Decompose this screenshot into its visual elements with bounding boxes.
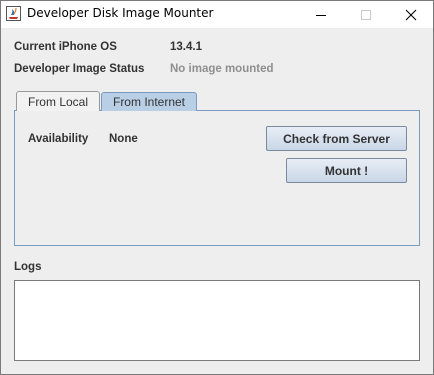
- logs-textarea[interactable]: [14, 280, 420, 361]
- maximize-button[interactable]: [343, 1, 388, 28]
- main-content: Current iPhone OS 13.4.1 Developer Image…: [1, 28, 433, 374]
- availability-value: None: [109, 133, 138, 145]
- availability-label: Availability: [28, 133, 89, 145]
- minimize-button[interactable]: [298, 1, 343, 28]
- check-from-server-button[interactable]: Check from Server: [266, 126, 407, 151]
- app-window: Developer Disk Image Mounter Current iPh…: [0, 0, 434, 375]
- ios-value: 13.4.1: [170, 41, 202, 53]
- mount-label: Mount !: [324, 163, 369, 178]
- java-app-icon: [6, 6, 21, 21]
- tab-from-internet[interactable]: From Internet: [101, 92, 197, 111]
- check-from-server-label: Check from Server: [283, 131, 390, 146]
- tab-from-internet-label: From Internet: [112, 95, 186, 109]
- ios-label: Current iPhone OS: [14, 41, 117, 53]
- status-label: Developer Image Status: [14, 63, 145, 75]
- tab-from-local-label: From Local: [27, 94, 89, 109]
- mount-button[interactable]: Mount !: [286, 158, 407, 183]
- close-icon: [405, 9, 416, 20]
- window-title: Developer Disk Image Mounter: [27, 6, 214, 20]
- title-bar[interactable]: Developer Disk Image Mounter: [1, 1, 433, 28]
- close-button[interactable]: [388, 1, 433, 28]
- logs-label: Logs: [14, 261, 42, 273]
- minimize-icon: [315, 14, 326, 16]
- maximize-icon: [360, 9, 371, 20]
- status-value: No image mounted: [170, 63, 274, 75]
- tab-from-local[interactable]: From Local: [16, 91, 100, 111]
